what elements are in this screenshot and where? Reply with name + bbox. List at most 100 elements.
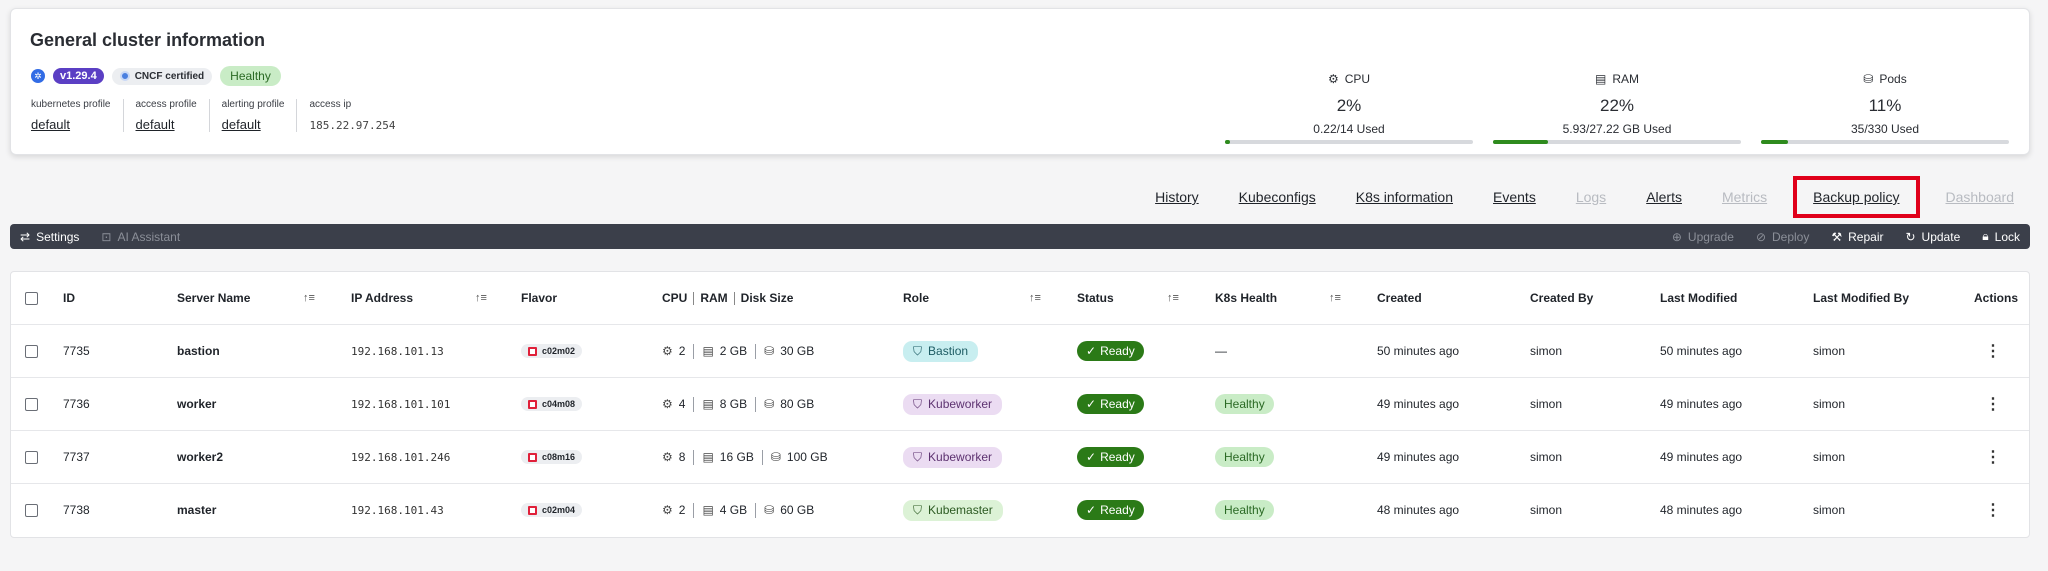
spec-group: ⚙ 4 ▤ 8 GB ⛁ 80 GB	[662, 396, 814, 412]
sort-ip-icon[interactable]: ↑≡	[475, 292, 487, 304]
cpu-icon: ⚙	[662, 344, 673, 358]
flavor-label: c02m04	[542, 505, 576, 515]
sort-role-icon[interactable]: ↑≡	[1029, 292, 1041, 304]
cell-created: 50 minutes ago	[1377, 344, 1460, 358]
ram-metric: ▤ RAM 22% 5.93/27.22 GB Used	[1493, 72, 1741, 144]
cell-ram: 4 GB	[719, 503, 748, 517]
cell-created-by: simon	[1530, 503, 1563, 517]
metric-bar	[1761, 140, 2009, 144]
refresh-icon: ↻	[1905, 229, 1916, 244]
metric-name: RAM	[1612, 72, 1639, 86]
upgrade-label: Upgrade	[1687, 229, 1734, 244]
tab-k8s-information[interactable]: K8s information	[1336, 185, 1473, 209]
header-ip: IP Address	[351, 291, 414, 305]
cell-ip: 192.168.101.246	[351, 450, 451, 464]
access-profile-link[interactable]: default	[136, 117, 197, 132]
role-badge: ⛉ Kubemaster	[903, 499, 1003, 521]
header-last-modified: Last Modified	[1660, 291, 1738, 305]
sort-status-icon[interactable]: ↑≡	[1167, 292, 1179, 304]
update-label: Update	[1921, 229, 1961, 244]
ai-assistant-button[interactable]: ⊡ AI Assistant	[101, 230, 180, 244]
settings-label: Settings	[36, 229, 80, 244]
cell-server-name: bastion	[177, 344, 220, 358]
tab-events[interactable]: Events	[1473, 185, 1556, 209]
profiles: kubernetes profile default access profil…	[31, 99, 408, 132]
shield-icon: ⛉	[913, 343, 923, 358]
tab-kubeconfigs[interactable]: Kubeconfigs	[1219, 185, 1336, 209]
role-badge: ⛉ Kubeworker	[903, 393, 1003, 415]
cell-last-modified: 50 minutes ago	[1660, 344, 1743, 358]
header-disk: Disk Size	[740, 291, 794, 305]
access-ip-value: 185.22.97.254	[309, 119, 396, 132]
cell-last-modified-by: simon	[1813, 344, 1846, 358]
row-actions-menu-icon[interactable]: ⋮	[1985, 447, 2001, 467]
cell-ip: 192.168.101.101	[351, 397, 451, 411]
ram-icon: ▤	[702, 450, 714, 464]
flavor-label: c04m08	[542, 399, 576, 409]
select-all-checkbox[interactable]	[25, 291, 38, 305]
header-cpu: CPU	[662, 291, 688, 305]
update-button[interactable]: ↻ Update	[1905, 230, 1960, 244]
disk-icon: ⛁	[764, 397, 775, 411]
role-badge: ⛉ Kubeworker	[903, 446, 1003, 468]
role-badge: ⛉ Bastion	[903, 340, 979, 362]
row-checkbox[interactable]	[25, 503, 38, 517]
alerting-profile-link[interactable]: default	[222, 117, 285, 132]
repair-button[interactable]: ⚒ Repair	[1831, 230, 1883, 244]
cell-last-modified-by: simon	[1813, 450, 1846, 464]
cluster-health-badge: Healthy	[220, 66, 281, 86]
row-actions-menu-icon[interactable]: ⋮	[1985, 500, 2001, 520]
tab-dashboard[interactable]: Dashboard	[1926, 185, 2035, 209]
table-row[interactable]: 7736 worker 192.168.101.101 c04m08 ⚙ 4 ▤ 8…	[11, 377, 2029, 430]
flavor-label: c08m16	[542, 452, 576, 462]
k8s-health-badge: Healthy	[1215, 500, 1274, 520]
status-badge: ✓ Ready	[1077, 447, 1144, 467]
sort-k8s-health-icon[interactable]: ↑≡	[1329, 292, 1341, 304]
header-actions: Actions	[1974, 291, 2019, 305]
table-row[interactable]: 7735 bastion 192.168.101.13 c02m02 ⚙ 2 ▤ 2…	[11, 324, 2029, 377]
table-header: ID Server Name ↑≡ IP Address ↑≡ Flavor C…	[11, 272, 2029, 324]
tab-backup-policy[interactable]: Backup policy	[1793, 176, 1920, 218]
cluster-badges: ✲ v1.29.4 CNCF certified Healthy	[31, 66, 281, 86]
cell-cpu: 2	[678, 344, 686, 358]
row-checkbox[interactable]	[25, 450, 38, 464]
hammer-icon: ⚒	[1831, 229, 1843, 244]
flavor-icon	[528, 452, 537, 462]
row-checkbox[interactable]	[25, 344, 38, 358]
role-label: Kubeworker	[928, 397, 993, 411]
disk-icon: ⛁	[764, 344, 775, 358]
header-flavor: Flavor	[521, 291, 558, 305]
cncf-label: CNCF certified	[134, 70, 205, 82]
metric-bar-fill	[1225, 140, 1230, 144]
row-actions-menu-icon[interactable]: ⋮	[1985, 394, 2001, 414]
spec-group: ⚙ 2 ▤ 4 GB ⛁ 60 GB	[662, 502, 814, 518]
cell-last-modified: 48 minutes ago	[1660, 503, 1743, 517]
cpu-metric: ⚙ CPU 2% 0.22/14 Used	[1225, 72, 1473, 144]
version-badge: v1.29.4	[53, 68, 104, 84]
status-badge: ✓ Ready	[1077, 500, 1144, 520]
sort-server-name-icon[interactable]: ↑≡	[303, 292, 315, 304]
tab-history[interactable]: History	[1135, 185, 1219, 209]
lock-button[interactable]: 🔒︎ Lock	[1982, 229, 2020, 244]
disk-icon: ⛁	[770, 450, 781, 464]
settings-button[interactable]: ⇄ Settings	[20, 230, 79, 244]
row-actions-menu-icon[interactable]: ⋮	[1985, 341, 2001, 361]
row-checkbox[interactable]	[25, 397, 38, 411]
cell-id: 7737	[63, 450, 90, 464]
cncf-icon	[119, 71, 130, 81]
cell-server-name: worker2	[177, 450, 224, 464]
table-row[interactable]: 7737 worker2 192.168.101.246 c08m16 ⚙ 8 ▤…	[11, 430, 2029, 483]
tab-logs[interactable]: Logs	[1556, 185, 1626, 209]
toolbar-left: ⇄ Settings ⊡ AI Assistant	[20, 230, 180, 244]
metric-bar	[1225, 140, 1473, 144]
deploy-button[interactable]: ⊘ Deploy	[1756, 230, 1809, 244]
disk-icon: ⛁	[764, 503, 775, 517]
header-k8s-health: K8s Health	[1215, 291, 1278, 305]
kubernetes-profile-link[interactable]: default	[31, 117, 111, 132]
tab-metrics[interactable]: Metrics	[1702, 185, 1787, 209]
check-icon: ✓	[1086, 397, 1097, 411]
upgrade-button[interactable]: ⊕ Upgrade	[1672, 230, 1734, 244]
metric-percent: 11%	[1868, 96, 1902, 115]
tab-alerts[interactable]: Alerts	[1626, 185, 1702, 209]
table-row[interactable]: 7738 master 192.168.101.43 c02m04 ⚙ 2 ▤ 4 …	[11, 483, 2029, 536]
